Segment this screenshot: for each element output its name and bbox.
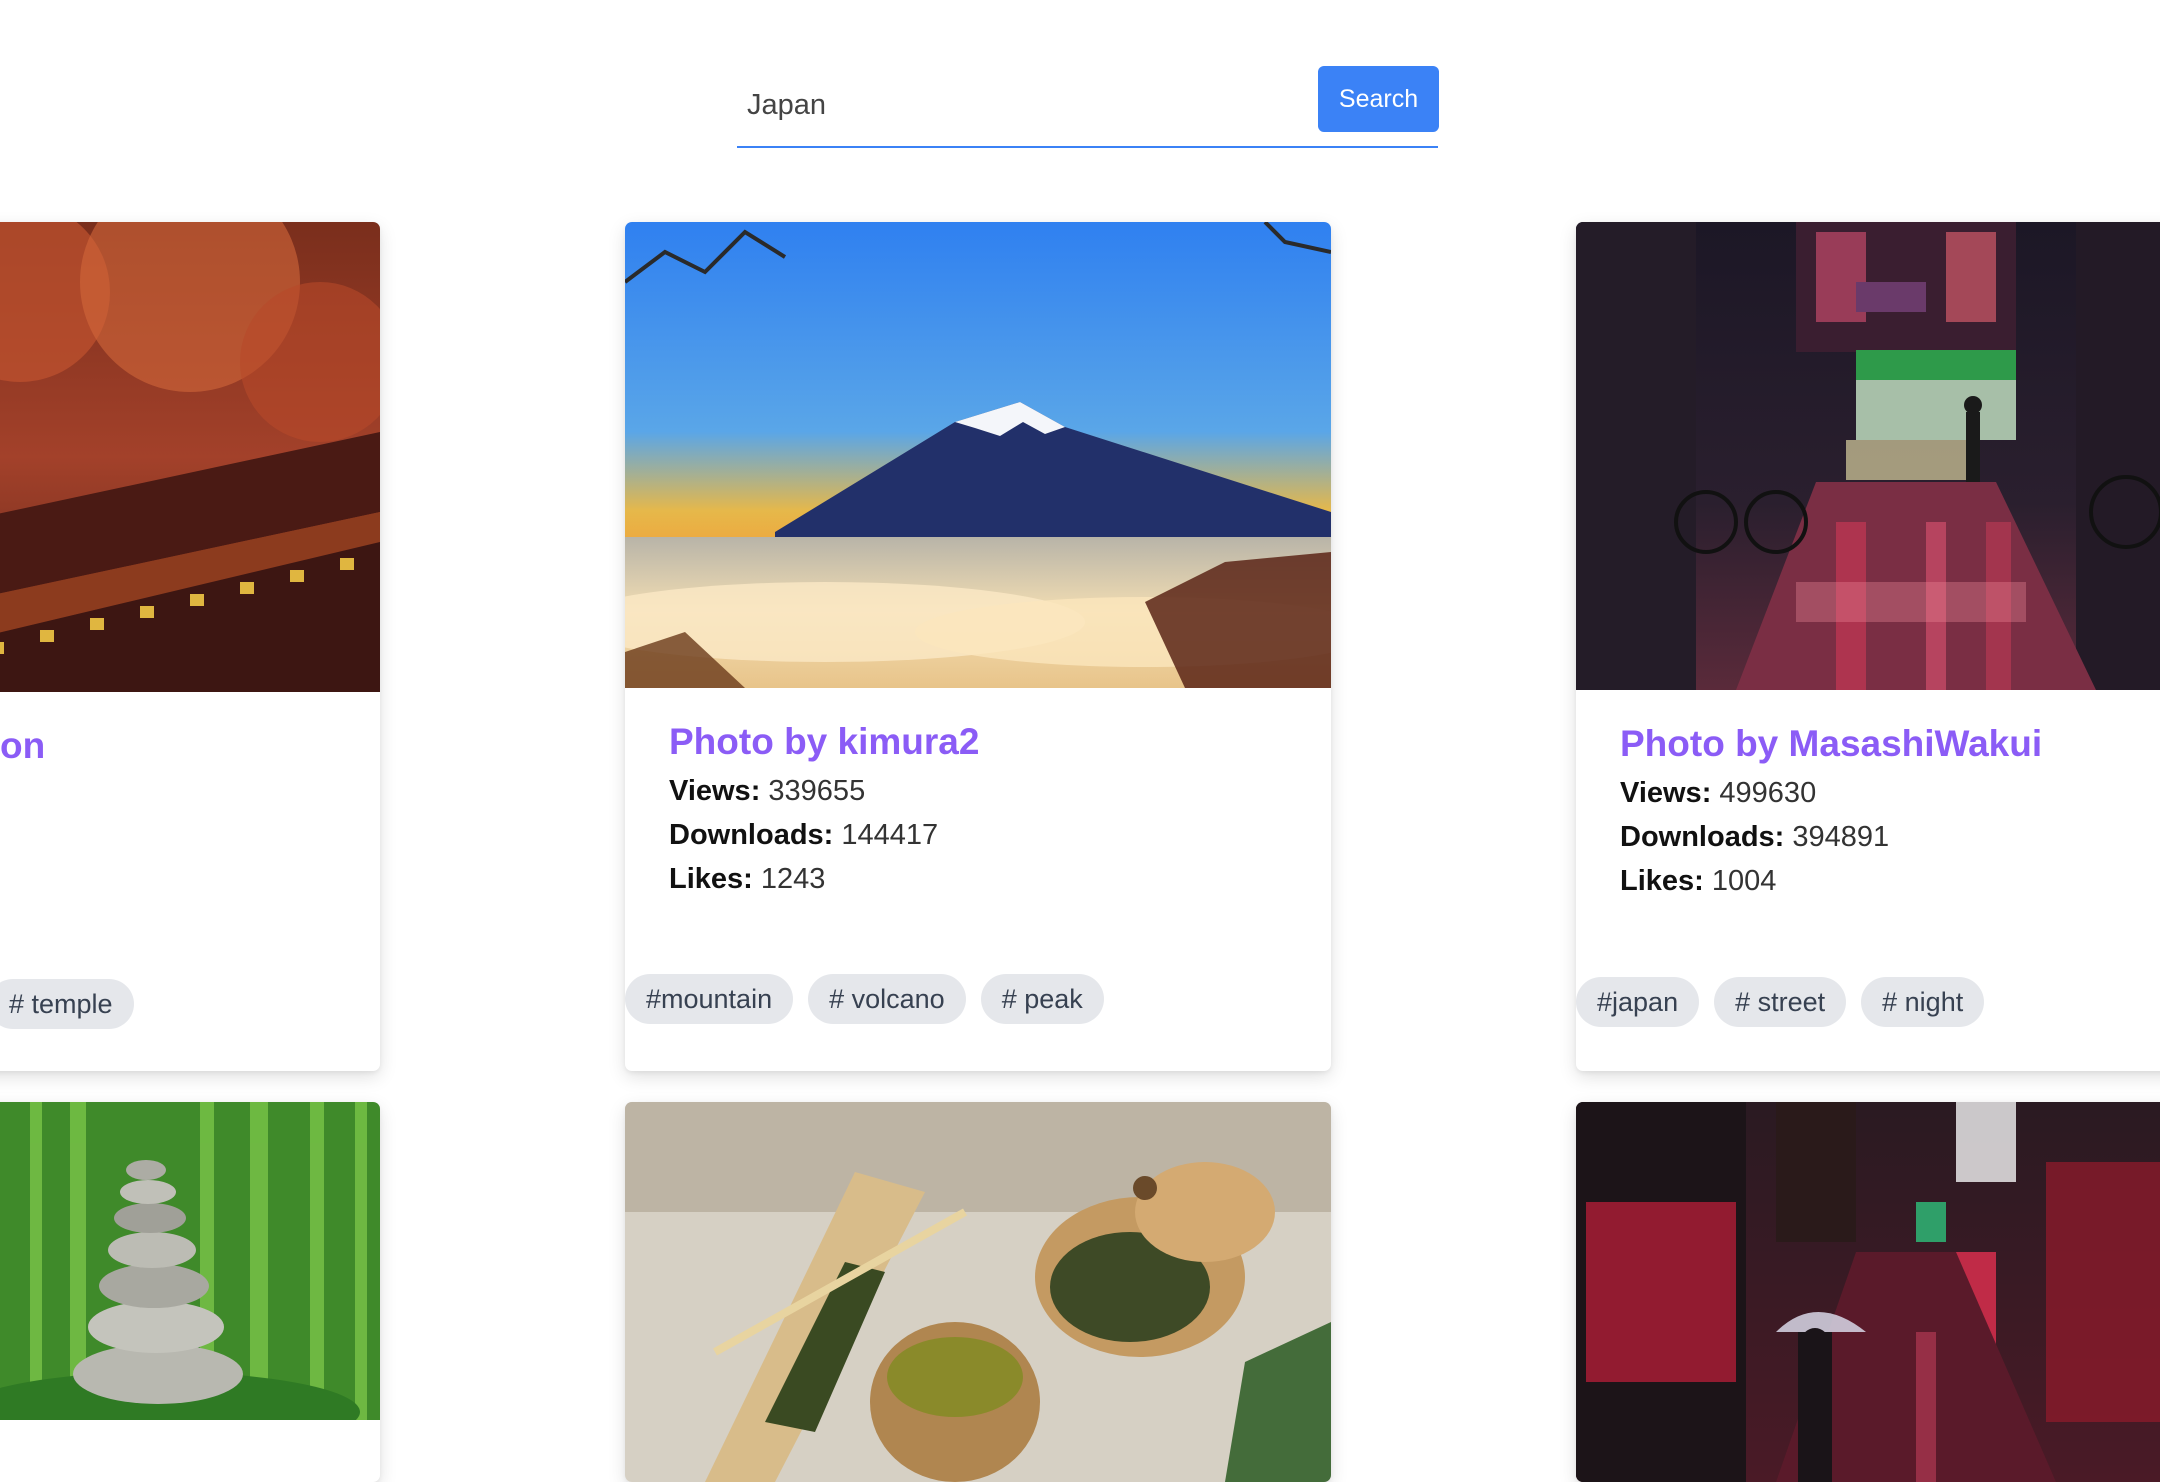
autumn-temple-photo[interactable]: [0, 222, 380, 692]
tag[interactable]: # peak: [980, 974, 1104, 1024]
green-tea-photo[interactable]: [625, 1102, 1331, 1482]
likes-stat: Likes: 1004: [1620, 865, 1777, 897]
tag[interactable]: # street: [1714, 977, 1847, 1027]
search-bar: Search: [737, 66, 1439, 148]
downloads-stat: Downloads: 144417: [669, 819, 939, 851]
tag-list: # temple: [0, 979, 134, 1029]
tag[interactable]: #mountain: [625, 974, 794, 1024]
search-button[interactable]: Search: [1318, 66, 1439, 132]
photo-card[interactable]: Photo by MasashiWakui Views: 499630 Down…: [1576, 222, 2160, 1071]
card-title[interactable]: Photo by kimura2: [669, 721, 1311, 763]
photo-card[interactable]: on # temple: [0, 222, 380, 1071]
photo-card[interactable]: Photo by kimura2 Views: 339655 Downloads…: [625, 222, 1331, 1071]
mount-fuji-photo[interactable]: [625, 222, 1331, 688]
photo-card[interactable]: [625, 1102, 1331, 1482]
card-title[interactable]: on: [0, 725, 360, 767]
night-street-photo[interactable]: [1576, 222, 2160, 690]
tag[interactable]: # temple: [0, 979, 134, 1029]
photo-card[interactable]: [1576, 1102, 2160, 1482]
views-stat: Views: 339655: [669, 775, 866, 807]
search-input[interactable]: [737, 66, 1307, 144]
likes-stat: Likes: 1243: [669, 863, 826, 895]
tag[interactable]: # night: [1861, 977, 1985, 1027]
tag[interactable]: # volcano: [808, 974, 966, 1024]
tag-list: #japan # street # night: [1576, 977, 1985, 1027]
zen-stones-photo[interactable]: [0, 1102, 380, 1420]
views-stat: Views: 499630: [1620, 777, 1817, 809]
tag[interactable]: #japan: [1576, 977, 1700, 1027]
tag-list: #mountain # volcano # peak: [625, 974, 1104, 1024]
alley-umbrella-photo[interactable]: [1576, 1102, 2160, 1482]
photo-card[interactable]: [0, 1102, 380, 1482]
card-title[interactable]: Photo by MasashiWakui: [1620, 723, 2160, 765]
downloads-stat: Downloads: 394891: [1620, 821, 1890, 853]
